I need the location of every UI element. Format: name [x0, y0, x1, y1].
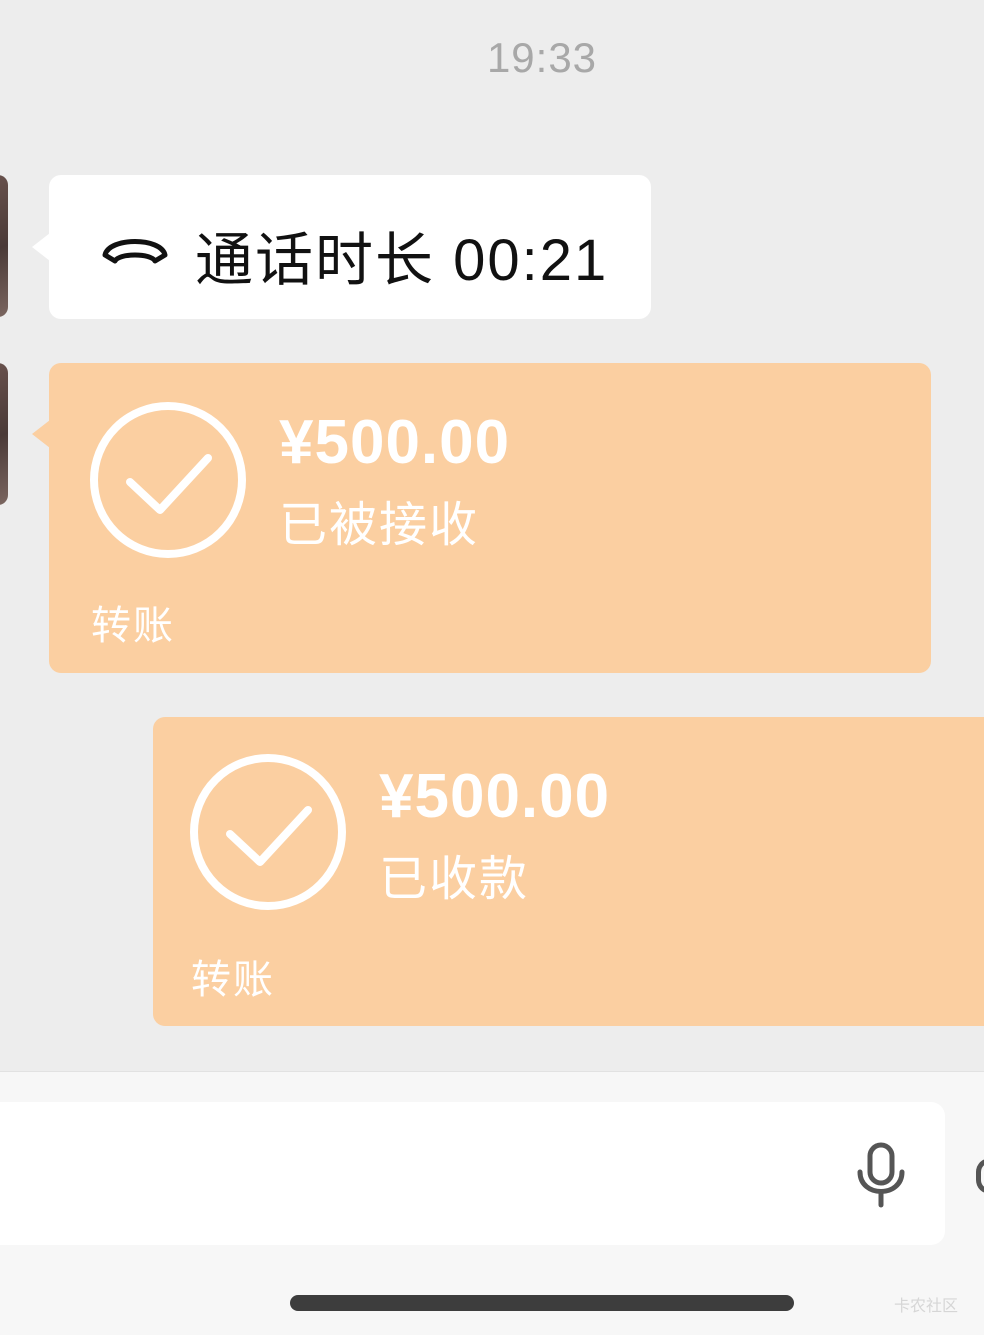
check-circle-icon [90, 402, 246, 558]
check-circle-icon [190, 754, 346, 910]
message-input[interactable] [0, 1102, 945, 1245]
bubble-tail [32, 233, 50, 261]
home-indicator[interactable] [290, 1295, 794, 1311]
microphone-icon[interactable] [855, 1142, 907, 1208]
bubble-tail [32, 420, 50, 448]
received-transfer-bubble[interactable]: ¥500.00 已被接收 转账 [49, 363, 931, 673]
transfer-amount: ¥500.00 [379, 762, 611, 831]
sent-transfer-bubble[interactable]: ¥500.00 已收款 转账 [153, 717, 984, 1026]
transfer-status: 已被接收 [279, 499, 480, 552]
transfer-label: 转账 [91, 604, 175, 648]
transfer-label: 转账 [191, 958, 275, 1002]
transfer-amount: ¥500.00 [279, 408, 511, 477]
message-timestamp: 19:33 [486, 34, 598, 81]
call-duration-text: 通话时长 00:21 [195, 228, 609, 293]
watermark: 卡农社区 [894, 1298, 959, 1315]
call-record-bubble[interactable]: 通话时长 00:21 [49, 175, 651, 319]
phone-hangup-icon [102, 239, 168, 264]
contact-avatar[interactable] [0, 363, 8, 505]
contact-avatar[interactable] [0, 175, 8, 317]
transfer-status: 已收款 [379, 853, 530, 906]
